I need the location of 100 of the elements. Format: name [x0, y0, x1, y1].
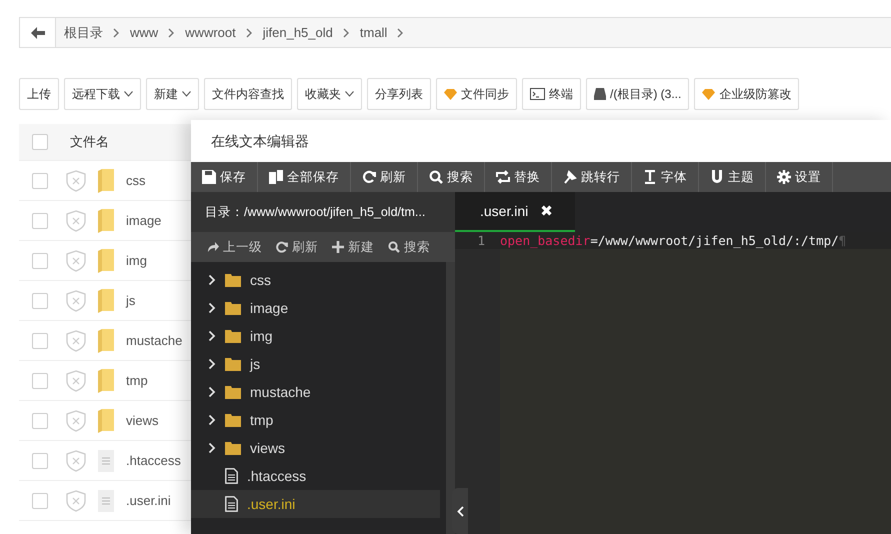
document-icon: [225, 496, 238, 512]
chevron-icon: [168, 28, 176, 38]
toolbar-button[interactable]: 收藏夹: [297, 78, 362, 110]
chevron-icon: [208, 386, 216, 398]
tree-item[interactable]: tmp: [191, 406, 440, 434]
line-number: 1: [476, 233, 486, 248]
toolbar-button[interactable]: 分享列表: [367, 78, 431, 110]
chevron-icon: [208, 442, 216, 454]
breadcrumb-item[interactable]: 根目录: [64, 24, 103, 42]
checkbox[interactable]: [32, 252, 48, 268]
toolbar-button[interactable]: 企业级防篡改: [694, 78, 800, 110]
breadcrumb-item[interactable]: wwwroot: [185, 25, 236, 40]
toolbar-button[interactable]: 文件内容查找: [204, 78, 292, 110]
toolbar-button[interactable]: /(根目录) (3...: [586, 78, 690, 110]
folder-icon: [98, 168, 114, 192]
checkbox[interactable]: [32, 372, 48, 388]
chevron-icon: [208, 274, 216, 286]
caret-icon: [124, 91, 133, 97]
code-editor[interactable]: 1 open_basedir=/www/wwwroot/jifen_h5_old/:/tmp/¶: [455, 232, 891, 534]
chevron-icon: [246, 28, 253, 38]
checkbox[interactable]: [32, 134, 48, 150]
diamond-icon: [444, 88, 457, 100]
tree-item[interactable]: .user.ini: [191, 490, 440, 518]
checkbox[interactable]: [32, 332, 48, 348]
checkbox[interactable]: [32, 172, 48, 188]
toolbar-button[interactable]: 终端: [522, 78, 581, 110]
file-row[interactable]: image: [19, 201, 191, 241]
shield-icon: [66, 250, 86, 272]
chevron-icon: [397, 28, 404, 38]
file-row[interactable]: img: [19, 241, 191, 281]
window-title: 在线文本编辑器: [210, 132, 310, 151]
file-name: image: [126, 213, 162, 228]
file-row[interactable]: .user.ini: [19, 481, 191, 521]
toolbar-button[interactable]: 上传: [19, 78, 59, 110]
toolbar-button[interactable]: 远程下载: [64, 78, 141, 110]
tree-item[interactable]: css: [191, 266, 440, 294]
toolbar-button[interactable]: 新建: [146, 78, 199, 110]
tree-item[interactable]: mustache: [191, 378, 440, 406]
chevron-icon: [208, 302, 216, 314]
file-row[interactable]: views: [19, 401, 191, 441]
tree-item[interactable]: js: [191, 350, 440, 378]
shield-icon: [66, 330, 86, 352]
file-row[interactable]: .htaccess: [19, 441, 191, 481]
back-arrow-icon: [30, 26, 44, 38]
shield-icon: [66, 450, 86, 472]
tree-action-button[interactable]: 刷新: [276, 238, 318, 256]
chevron-icon: [208, 330, 216, 342]
chevron-icon: [113, 28, 120, 38]
breadcrumb-item[interactable]: jifen_h5_old: [262, 25, 333, 40]
file-icon: [98, 450, 114, 472]
folder-icon: [225, 302, 241, 314]
tree-action-button[interactable]: 新建: [332, 238, 374, 256]
breadcrumb-item[interactable]: tmall: [360, 25, 388, 40]
text-cursor-icon: [643, 170, 657, 184]
refresh-icon: [362, 170, 376, 184]
checkbox[interactable]: [32, 212, 48, 228]
tree-item[interactable]: img: [191, 322, 440, 350]
close-button[interactable]: ✖: [540, 202, 553, 220]
shield-icon: [66, 170, 86, 192]
collapse-button[interactable]: [452, 488, 468, 534]
back-button[interactable]: [20, 18, 56, 47]
column-header: 文件名: [70, 133, 109, 151]
scrollbar[interactable]: [446, 262, 455, 534]
caret-icon: [345, 91, 354, 97]
toolbar-button[interactable]: 文件同步: [436, 78, 517, 110]
folder-icon: [225, 358, 241, 370]
tree-item[interactable]: .htaccess: [191, 462, 440, 490]
file-row[interactable]: tmp: [19, 361, 191, 401]
floppy-icon: [202, 170, 216, 184]
file-tab[interactable]: .user.ini ✖: [455, 192, 575, 232]
folder-icon: [225, 442, 241, 454]
folder-icon: [98, 408, 114, 432]
file-name: mustache: [126, 333, 182, 348]
search-icon: [388, 241, 400, 253]
magnet-icon: [710, 170, 724, 184]
folder-icon: [225, 386, 241, 398]
search-icon: [429, 170, 443, 184]
breadcrumb-item[interactable]: www: [130, 25, 158, 40]
checkbox[interactable]: [32, 492, 48, 508]
tree-item[interactable]: views: [191, 434, 440, 462]
tree-action-button[interactable]: 搜索: [388, 238, 430, 256]
checkbox[interactable]: [32, 452, 48, 468]
tree-action-button[interactable]: 上一级: [207, 238, 262, 256]
folder-icon: [98, 208, 114, 232]
file-name: .htaccess: [126, 453, 181, 468]
chevron-icon: [208, 358, 216, 370]
shield-icon: [66, 410, 86, 432]
folder-icon: [98, 368, 114, 392]
checkbox[interactable]: [32, 412, 48, 428]
share-arrow-icon: [207, 241, 219, 253]
file-row[interactable]: js: [19, 281, 191, 321]
directory-path: 目录：/www/wwwroot/jifen_h5_old/tm...: [191, 192, 455, 232]
file-row[interactable]: mustache: [19, 321, 191, 361]
settings-icon: [777, 170, 791, 184]
checkbox[interactable]: [32, 292, 48, 308]
file-name: .user.ini: [126, 493, 171, 508]
file-row[interactable]: css: [19, 161, 191, 201]
folder-icon: [225, 330, 241, 342]
tree-item[interactable]: image: [191, 294, 440, 322]
folder-icon: [225, 414, 241, 426]
